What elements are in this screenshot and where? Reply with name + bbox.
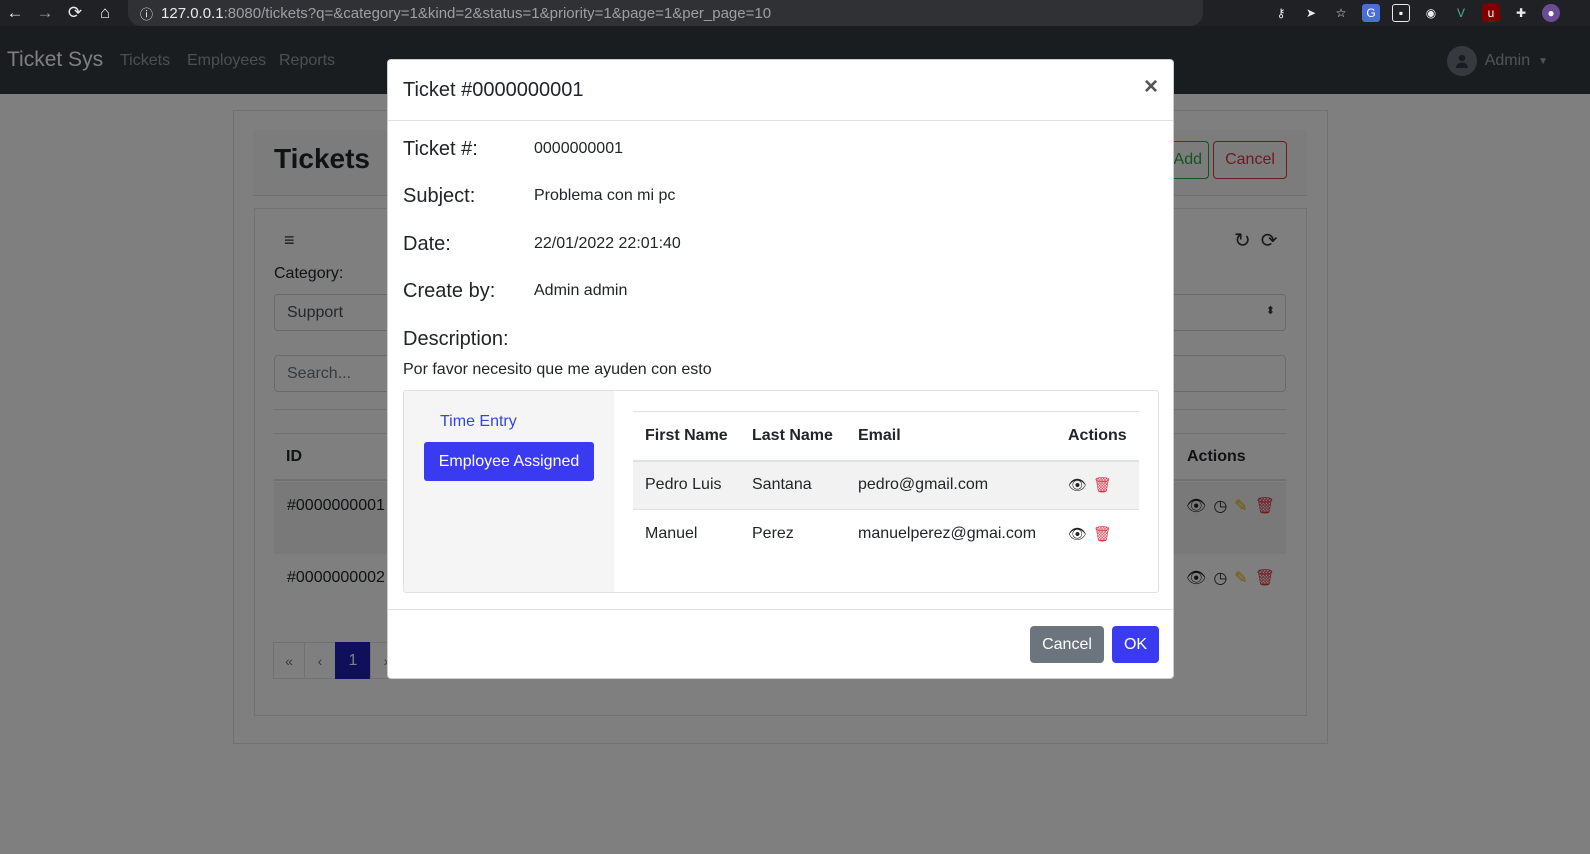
url-path: :8080/tickets?q=&category=1&kind=2&statu… xyxy=(223,4,772,22)
close-icon[interactable]: × xyxy=(1144,75,1158,99)
last-name-cell: Santana xyxy=(740,460,846,510)
email-cell: pedro@gmail.com xyxy=(846,460,1056,510)
creator-value: Admin admin xyxy=(534,282,628,299)
first-name-cell: Pedro Luis xyxy=(633,460,740,510)
actions-header: Actions xyxy=(1056,411,1139,462)
creator-label: Create by: xyxy=(403,280,496,302)
puzzle-icon[interactable]: ✚ xyxy=(1512,4,1530,22)
actions-cell: 👁 🗑 xyxy=(1056,510,1139,559)
translate-icon[interactable]: G xyxy=(1362,4,1380,22)
view-icon[interactable]: 👁 xyxy=(1068,526,1087,543)
table-header-row: First Name Last Name Email Actions xyxy=(633,411,1139,462)
url-host: 127.0.0.1 xyxy=(161,4,224,22)
email-header: Email xyxy=(846,411,1056,462)
back-arrow-icon[interactable]: ← xyxy=(0,0,30,26)
home-icon[interactable]: ⌂ xyxy=(90,0,120,26)
ublock-icon[interactable]: u xyxy=(1482,4,1500,22)
ticket-modal: Ticket #0000000001 × Ticket #: 000000000… xyxy=(387,59,1174,679)
address-bar[interactable]: ⓘ 127.0.0.1:8080/tickets?q=&category=1&k… xyxy=(128,0,1203,26)
info-icon[interactable]: ⓘ xyxy=(140,4,153,23)
vue-icon[interactable]: V xyxy=(1452,4,1470,22)
description-value: Por favor necesito que me ayuden con est… xyxy=(403,361,712,378)
browser-toolbar: ← → ⟳ ⌂ ⓘ 127.0.0.1:8080/tickets?q=&cate… xyxy=(0,0,1590,26)
modal-title: Ticket #0000000001 xyxy=(403,79,584,101)
first-name-header: First Name xyxy=(633,411,740,462)
star-icon[interactable]: ☆ xyxy=(1332,4,1350,22)
email-cell: manuelperez@gmai.com xyxy=(858,525,1037,543)
tab-nav: Time Entry Employee Assigned xyxy=(404,391,614,592)
employees-table: First Name Last Name Email Actions Pedro… xyxy=(633,411,1139,559)
modal-ok-button[interactable]: OK xyxy=(1112,626,1159,663)
date-value: 22/01/2022 22:01:40 xyxy=(534,235,681,252)
date-label: Date: xyxy=(403,233,451,255)
send-icon[interactable]: ➤ xyxy=(1302,4,1320,22)
ticket-number-label: Ticket #: xyxy=(403,138,478,160)
actions-cell: 👁 🗑 xyxy=(1056,460,1139,510)
trash-icon[interactable]: 🗑 xyxy=(1093,526,1112,543)
ticket-number-value: 0000000001 xyxy=(534,140,623,157)
last-name-header: Last Name xyxy=(740,411,846,462)
first-name-cell: Manuel xyxy=(645,525,698,543)
spy-icon[interactable]: ◉ xyxy=(1422,4,1440,22)
description-label: Description: xyxy=(403,328,509,350)
window-icon[interactable]: ▪ xyxy=(1392,4,1410,22)
key-icon[interactable]: ⚷ xyxy=(1272,4,1290,22)
tab-panel: Time Entry Employee Assigned First Name … xyxy=(403,390,1159,593)
profile-icon[interactable]: ● xyxy=(1542,4,1560,22)
subject-label: Subject: xyxy=(403,185,476,207)
extensions-area: ⚷ ➤ ☆ G ▪ ◉ V u ✚ ● xyxy=(1272,0,1560,26)
table-row: Pedro Luis Santana pedro@gmail.com 👁 🗑 xyxy=(633,460,1139,510)
modal-cancel-button[interactable]: Cancel xyxy=(1030,626,1104,663)
subject-value: Problema con mi pc xyxy=(534,187,676,204)
reload-icon[interactable]: ⟳ xyxy=(60,0,90,26)
table-row: Manuel Perez manuelperez@gmai.com 👁 🗑 xyxy=(633,510,1139,559)
tab-time-entry[interactable]: Time Entry xyxy=(440,413,517,431)
modal-header: Ticket #0000000001 × xyxy=(388,60,1173,121)
last-name-cell: Perez xyxy=(752,525,794,543)
trash-icon[interactable]: 🗑 xyxy=(1093,477,1112,494)
forward-arrow-icon[interactable]: → xyxy=(30,0,60,26)
view-icon[interactable]: 👁 xyxy=(1068,477,1087,494)
tab-employee-assigned[interactable]: Employee Assigned xyxy=(424,442,594,481)
